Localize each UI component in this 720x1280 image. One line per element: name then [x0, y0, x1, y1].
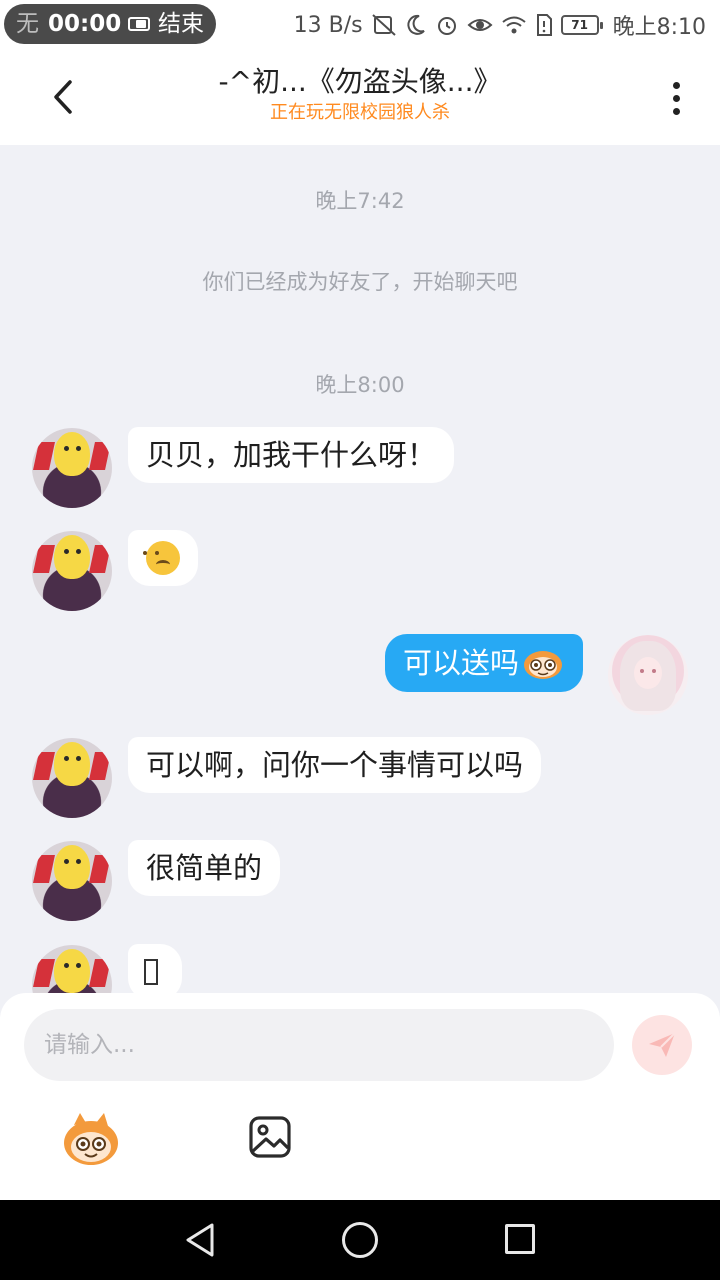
status-bar: 无 00:00 结束 13 B/s 71 晚上8:10: [0, 0, 720, 50]
contact-info[interactable]: -^初...《勿盗头像...》 正在玩无限校园狼人杀: [150, 64, 570, 126]
back-button[interactable]: [36, 70, 90, 124]
wifi-icon: [501, 16, 526, 34]
contact-avatar[interactable]: [32, 738, 112, 818]
end-recording-button[interactable]: 结束: [158, 4, 204, 44]
contact-name: -^初...《勿盗头像...》: [218, 65, 502, 98]
message-list[interactable]: 晚上7:42 你们已经成为好友了，开始聊天吧 晚上8:00 贝贝，加我干什么呀！…: [0, 145, 720, 995]
chat-header: -^初...《勿盗头像...》 正在玩无限校园狼人杀: [0, 50, 720, 145]
mascot-sticker-icon: [524, 651, 563, 679]
composer: 请输入...: [0, 993, 720, 1200]
battery-level: 71: [560, 15, 603, 35]
sim-alert-icon: [536, 14, 552, 36]
message-bubble[interactable]: 可以啊，问你一个事情可以吗: [128, 737, 542, 793]
clock: 晚上8:10: [612, 15, 706, 40]
eye-comfort-icon: [467, 19, 493, 31]
missing-glyph-icon: [144, 959, 158, 985]
recording-timer: 00:00: [48, 11, 122, 37]
contact-avatar[interactable]: [32, 428, 112, 508]
emoji-sticker-button[interactable]: [60, 1111, 122, 1167]
my-avatar[interactable]: [608, 635, 688, 715]
screen-recording-pill[interactable]: 无 00:00 结束: [4, 4, 216, 44]
sim-off-icon: [371, 14, 396, 36]
system-message: 你们已经成为好友了，开始聊天吧: [202, 270, 518, 294]
message-input[interactable]: 请输入...: [24, 1009, 614, 1081]
do-not-disturb-moon-icon: [407, 14, 425, 35]
contact-avatar[interactable]: [32, 945, 112, 995]
message-bubble[interactable]: 很简单的: [128, 840, 281, 896]
status-indicators: 13 B/s 71 晚上8:10: [294, 0, 706, 50]
timestamp: 晚上8:00: [315, 373, 405, 397]
message-bubble-sent[interactable]: 可以送吗: [385, 634, 584, 692]
chevron-left-icon: [54, 80, 72, 114]
nav-back-triangle-icon[interactable]: [184, 1222, 216, 1258]
timestamp: 晚上7:42: [315, 189, 405, 213]
system-navigation-bar: [0, 1200, 720, 1280]
status-underlay-text: 无: [16, 11, 39, 37]
record-stop-icon: [128, 17, 150, 31]
message-bubble[interactable]: 贝贝，加我干什么呀！: [128, 427, 455, 483]
send-button[interactable]: [632, 1015, 692, 1075]
nav-home-circle-icon[interactable]: [342, 1222, 378, 1258]
nav-recents-square-icon[interactable]: [505, 1224, 535, 1254]
image-picker-button[interactable]: [248, 1115, 292, 1159]
alarm-icon: [437, 17, 456, 35]
contact-activity-status: 正在玩无限校园狼人杀: [270, 102, 450, 123]
more-options-button[interactable]: [652, 72, 700, 124]
message-text: 可以送吗: [403, 646, 520, 680]
message-bubble[interactable]: [128, 530, 198, 586]
network-speed: 13 B/s: [293, 12, 363, 38]
message-bubble[interactable]: [128, 944, 182, 995]
more-dot-icon: [672, 107, 680, 115]
contact-avatar[interactable]: [32, 531, 112, 611]
more-dot-icon: [672, 94, 680, 102]
paper-plane-icon: [649, 1032, 676, 1057]
more-dot-icon: [672, 81, 680, 89]
upside-down-face-emoji-icon: [146, 541, 180, 575]
contact-avatar[interactable]: [32, 841, 112, 921]
